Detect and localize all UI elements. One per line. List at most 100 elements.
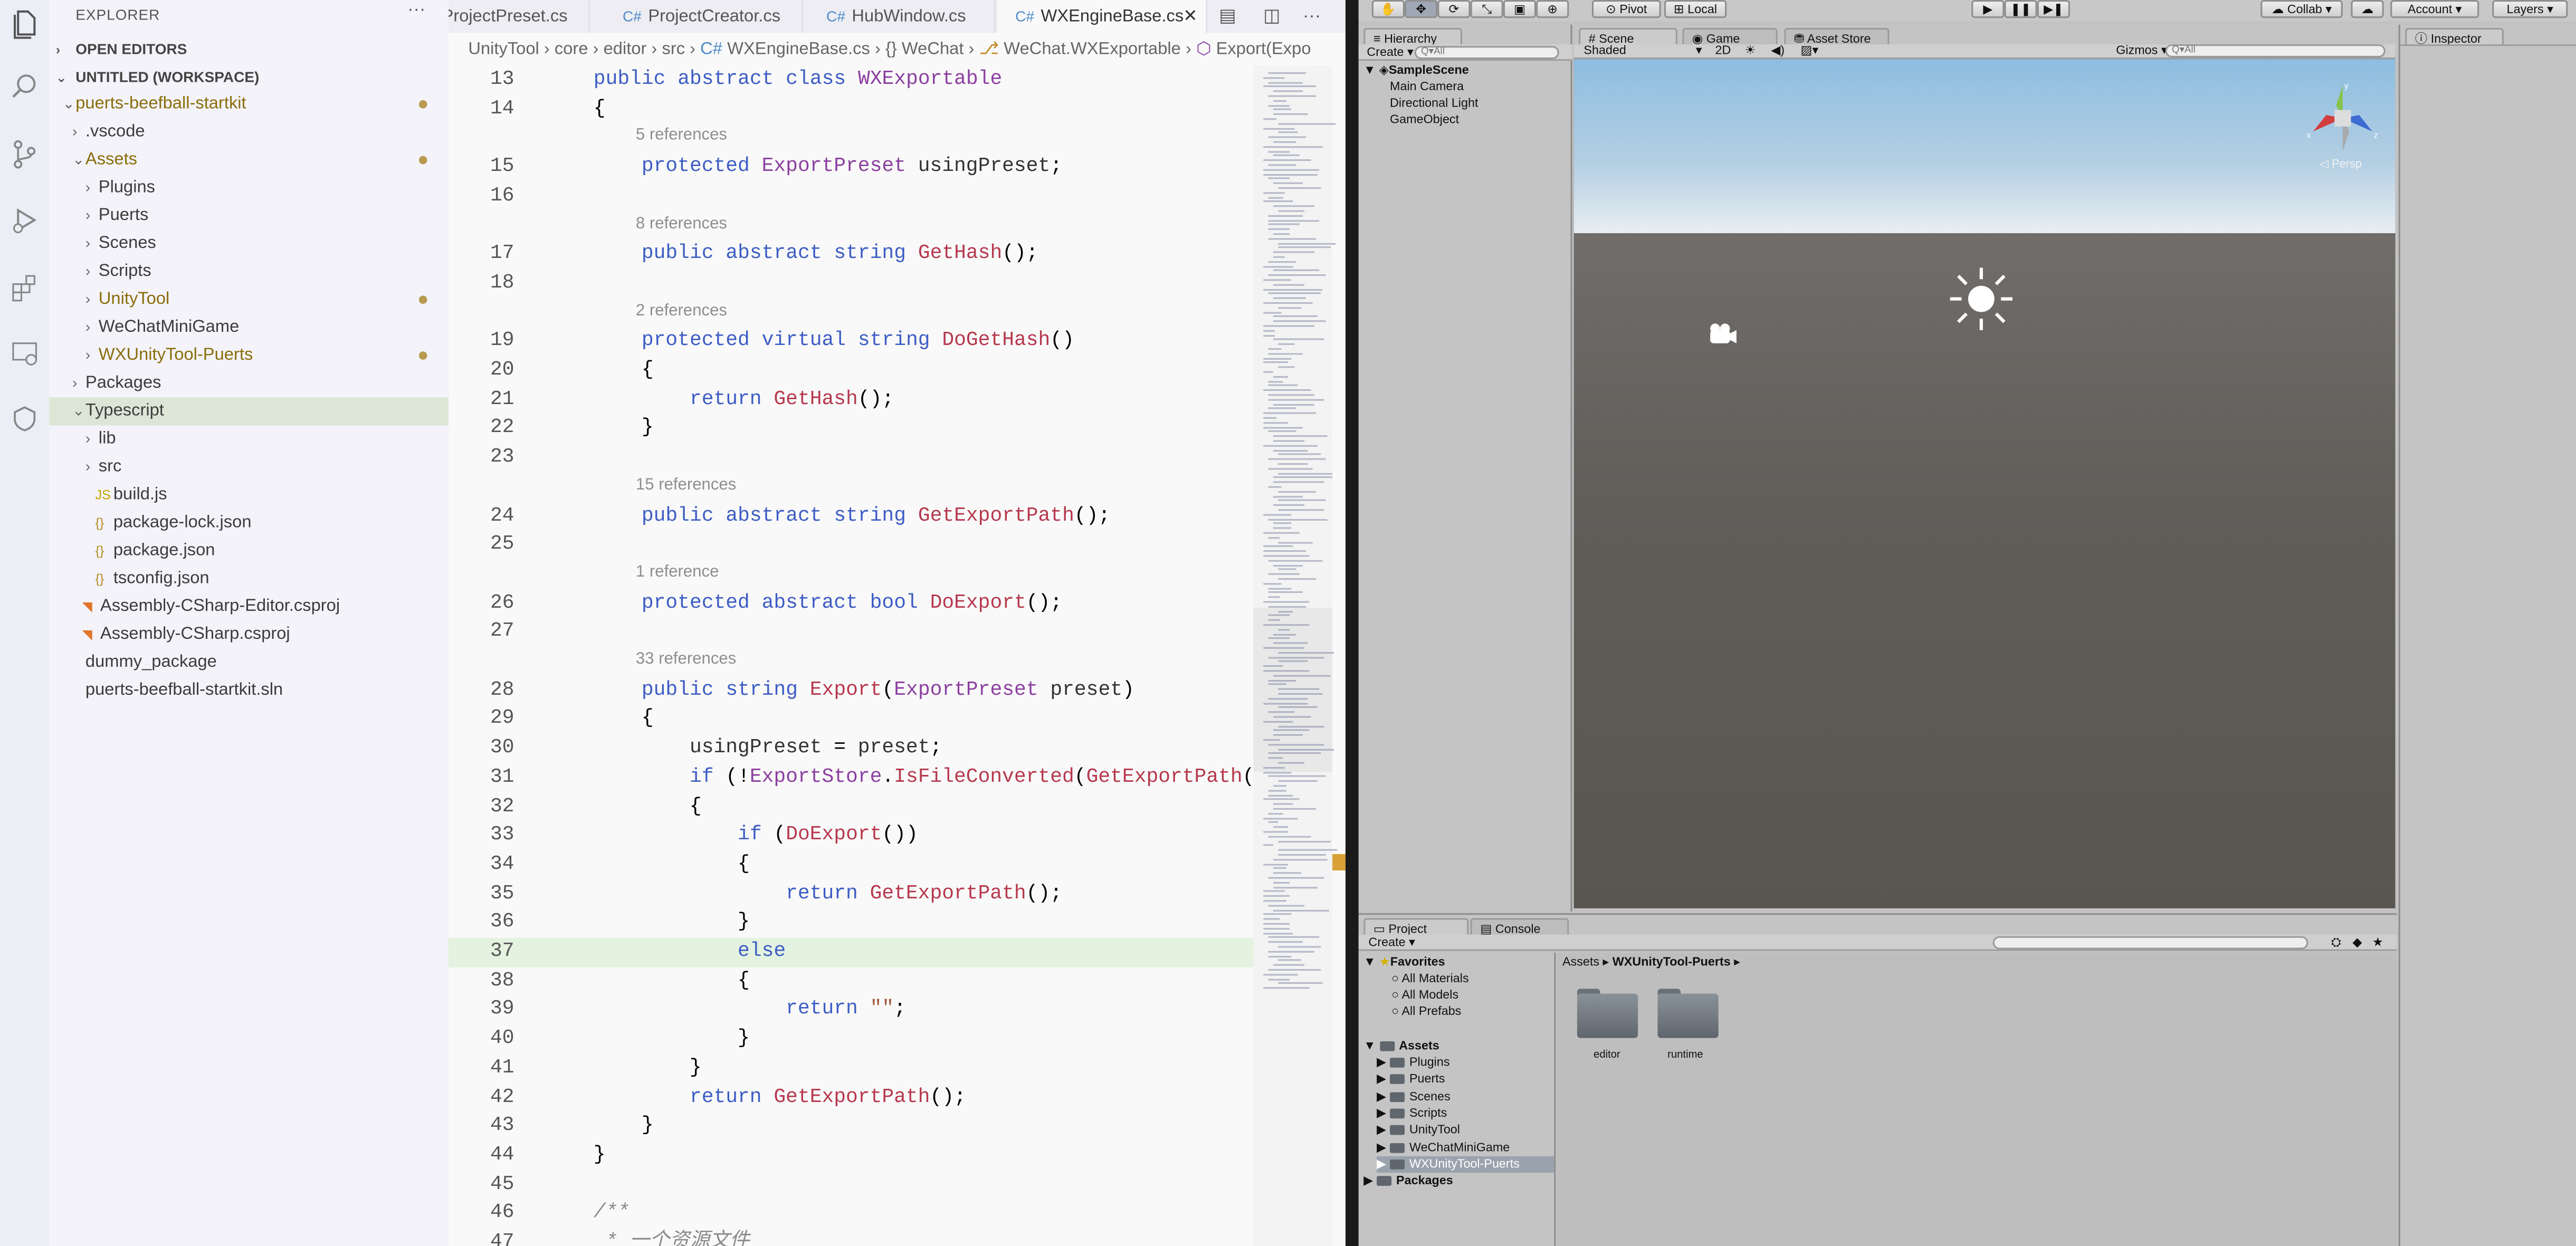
tab-projectpreset[interactable]: ProjectPreset.cs bbox=[449, 0, 590, 33]
hierarchy-item[interactable]: Directional Light bbox=[1390, 95, 1478, 112]
favorite-star-icon[interactable]: ★ bbox=[2372, 935, 2383, 951]
code-line[interactable]: 45 bbox=[449, 1171, 1254, 1200]
hierarchy-item[interactable]: Main Camera bbox=[1390, 79, 1464, 95]
tree-item[interactable]: {} package-lock.json bbox=[49, 509, 449, 537]
favorites-folder[interactable]: ▼ ★Favorites bbox=[1363, 954, 1445, 971]
code-line[interactable]: 46 /** bbox=[449, 1200, 1254, 1229]
transform-tool-icon[interactable]: ⊕ bbox=[1536, 0, 1569, 18]
tree-item[interactable]: › .vscode bbox=[49, 118, 449, 146]
code-line[interactable]: 40 } bbox=[449, 1025, 1254, 1054]
code-line[interactable]: 29 { bbox=[449, 705, 1254, 734]
code-line[interactable]: 19 protected virtual string DoGetHash() bbox=[449, 328, 1254, 357]
pivot-toggle[interactable]: ⊙ Pivot bbox=[1591, 0, 1661, 18]
source-control-icon[interactable] bbox=[8, 138, 41, 171]
code-line[interactable]: 16 bbox=[449, 182, 1254, 211]
tree-item[interactable]: {} package.json bbox=[49, 537, 449, 565]
tab-asset-store[interactable]: ⛃ Asset Store bbox=[1784, 27, 1890, 46]
hierarchy-create-button[interactable]: Create ▾ bbox=[1367, 44, 1413, 61]
scale-tool-icon[interactable]: ⤡ bbox=[1470, 0, 1503, 18]
cloud-icon[interactable]: ☁ bbox=[2351, 0, 2384, 18]
shading-dropdown[interactable]: Shaded ▾ bbox=[1583, 43, 1702, 59]
asset-folder[interactable]: ▶ Scenes bbox=[1377, 1088, 1451, 1105]
rect-tool-icon[interactable]: ▣ bbox=[1503, 0, 1537, 18]
run-debug-icon[interactable] bbox=[8, 204, 41, 236]
project-create-button[interactable]: Create ▾ bbox=[1369, 935, 1415, 951]
code-line[interactable]: 17 public abstract string GetHash(); bbox=[449, 240, 1254, 269]
tree-item[interactable]: › WeChatMiniGame bbox=[49, 314, 449, 342]
scene-search-input[interactable]: Q▾All bbox=[2165, 44, 2386, 57]
tab-console[interactable]: ▤ Console bbox=[1470, 918, 1569, 936]
tree-item[interactable]: › src bbox=[49, 453, 449, 481]
extensions-icon[interactable] bbox=[8, 271, 41, 304]
codelens-references[interactable]: 15 references bbox=[636, 476, 736, 494]
code-line[interactable]: 32 { bbox=[449, 792, 1254, 821]
tab-project[interactable]: ▭ Project bbox=[1363, 918, 1469, 936]
project-search-input[interactable] bbox=[1992, 936, 2308, 950]
tab-inspector[interactable]: ⓘ Inspector bbox=[2405, 27, 2504, 46]
code-line[interactable]: 39 return ""; bbox=[449, 996, 1254, 1025]
hand-tool-icon[interactable]: ✋ bbox=[1371, 0, 1405, 18]
layers-dropdown[interactable]: Layers ▾ bbox=[2492, 0, 2568, 18]
code-line[interactable]: 43 } bbox=[449, 1112, 1254, 1141]
lighting-icon[interactable]: ☀ bbox=[1745, 43, 1756, 59]
tree-item[interactable]: › lib bbox=[49, 425, 449, 453]
pause-icon[interactable]: ❚❚ bbox=[2004, 0, 2037, 18]
code-line[interactable]: 15 protected ExportPreset usingPreset; bbox=[449, 153, 1254, 182]
split-editor-icon[interactable]: ◫ bbox=[1263, 0, 1280, 33]
favorite-item[interactable]: ○ All Models bbox=[1391, 987, 1458, 1003]
assets-folder[interactable]: ▼ Assets bbox=[1363, 1038, 1439, 1055]
codelens-references[interactable]: 1 reference bbox=[636, 563, 719, 581]
tree-item[interactable]: ◥ Assembly-CSharp-Editor.csproj bbox=[49, 593, 449, 621]
persp-label[interactable]: ◁ Persp bbox=[2320, 158, 2362, 171]
code-line[interactable]: 20 { bbox=[449, 357, 1254, 386]
code-line[interactable]: 36 } bbox=[449, 909, 1254, 938]
code-line[interactable]: 38 { bbox=[449, 967, 1254, 996]
tree-item[interactable]: ⌄ Assets bbox=[49, 146, 449, 174]
tree-item[interactable]: JS build.js bbox=[49, 481, 449, 509]
tree-item[interactable]: {} tsconfig.json bbox=[49, 565, 449, 593]
tab-hierarchy[interactable]: ≡ Hierarchy bbox=[1363, 27, 1463, 46]
code-line[interactable]: 27 bbox=[449, 618, 1254, 647]
tree-item[interactable]: ⌄ puerts-beefball-startkit bbox=[49, 90, 449, 118]
tree-item[interactable]: › UnityTool bbox=[49, 286, 449, 314]
play-icon[interactable]: ▶ bbox=[1971, 0, 2005, 18]
more-actions-icon[interactable]: ··· bbox=[1303, 0, 1321, 33]
folder-runtime-icon[interactable] bbox=[1657, 989, 1719, 1038]
scene-gizmo-icon[interactable]: y z x bbox=[2303, 79, 2382, 157]
2d-toggle[interactable]: 2D bbox=[1715, 43, 1731, 59]
hierarchy-search-input[interactable]: Q▾All bbox=[1414, 46, 1559, 60]
code-line[interactable]: 47 * 一个资源文件 bbox=[449, 1229, 1254, 1246]
code-line[interactable]: 44 } bbox=[449, 1142, 1254, 1171]
remote-explorer-icon[interactable] bbox=[8, 337, 41, 369]
tree-item[interactable]: › Scenes bbox=[49, 230, 449, 258]
codelens-references[interactable]: 8 references bbox=[636, 214, 727, 232]
tree-item[interactable]: › Packages bbox=[49, 370, 449, 398]
move-tool-icon[interactable]: ✥ bbox=[1405, 0, 1438, 18]
collab-button[interactable]: ☁ Collab ▾ bbox=[2260, 0, 2343, 18]
camera-icon[interactable] bbox=[1705, 322, 1738, 348]
packages-folder[interactable]: ▶ Packages bbox=[1363, 1173, 1453, 1189]
hierarchy-item[interactable]: GameObject bbox=[1390, 112, 1459, 128]
step-icon[interactable]: ▶❚ bbox=[2037, 0, 2071, 18]
tab-hubwindow[interactable]: C# HubWindow.cs bbox=[804, 0, 996, 33]
directional-light-icon[interactable] bbox=[1947, 264, 2016, 333]
code-line[interactable]: 14 { bbox=[449, 95, 1254, 124]
code-line[interactable]: 42 return GetExportPath(); bbox=[449, 1083, 1254, 1112]
asset-folder[interactable]: ▶ UnityTool bbox=[1377, 1122, 1460, 1138]
favorite-item[interactable]: ○ All Prefabs bbox=[1391, 1003, 1461, 1020]
scene-root[interactable]: ▼ ◈SampleScene bbox=[1363, 62, 1469, 79]
code-line[interactable]: 37 else bbox=[448, 937, 1254, 967]
minimap[interactable] bbox=[1253, 65, 1337, 1246]
open-preview-icon[interactable]: ▤ bbox=[1219, 0, 1236, 33]
tree-item[interactable]: › WXUnityTool-Puerts bbox=[49, 342, 449, 370]
code-line[interactable]: 41 } bbox=[449, 1054, 1254, 1083]
local-toggle[interactable]: ⊞ Local bbox=[1664, 0, 1727, 18]
explorer-more-button[interactable]: ··· bbox=[407, 0, 425, 20]
asset-folder[interactable]: ▶ Plugins bbox=[1377, 1055, 1449, 1071]
codelens-references[interactable]: 33 references bbox=[636, 650, 736, 668]
asset-folder[interactable]: ▶ Scripts bbox=[1377, 1105, 1447, 1122]
files-icon[interactable] bbox=[8, 6, 41, 39]
minimap-viewport[interactable] bbox=[1253, 607, 1333, 772]
codelens-references[interactable]: 5 references bbox=[636, 127, 727, 145]
codelens-references[interactable]: 2 references bbox=[636, 302, 727, 320]
